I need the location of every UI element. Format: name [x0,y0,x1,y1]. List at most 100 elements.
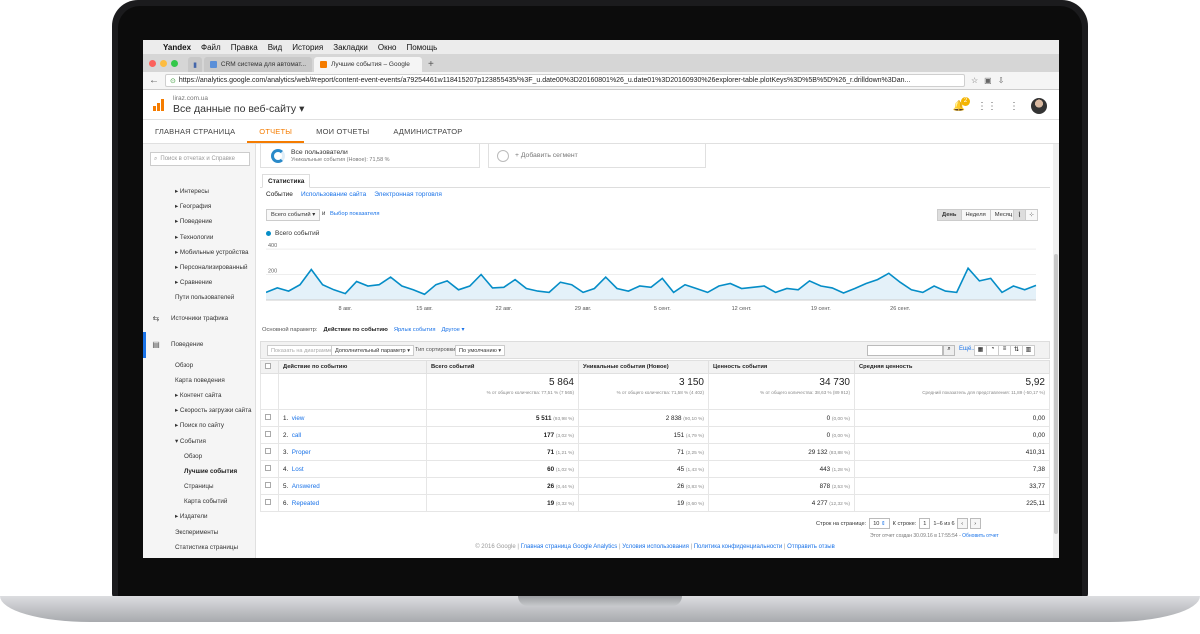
select-all-checkbox[interactable] [265,363,271,369]
new-tab-icon[interactable]: + [428,59,434,70]
sidebar-item[interactable]: ▤ Поведение [143,331,255,358]
other-dimension-link[interactable]: Другое ▾ [441,327,464,333]
period-day-button[interactable]: День [937,209,962,221]
add-segment-button[interactable]: + Добавить сегмент [488,144,706,168]
sidebar-item[interactable]: ▸ Персонализированный [143,260,255,275]
subtab-ecommerce[interactable]: Электронная торговля [374,191,442,198]
footer-link-ga-home[interactable]: Главная страница Google Analytics [521,544,618,550]
sidebar-item[interactable]: ▸ Поиск по сайту [143,418,255,433]
avatar[interactable] [1031,98,1047,114]
refresh-report-link[interactable]: Обновить отчет [962,533,999,539]
sidebar-item[interactable]: ▸ Сравнение [143,275,255,290]
subtab-site-usage[interactable]: Использование сайта [301,191,366,198]
sidebar-item[interactable]: ▸ Поведение [143,214,255,229]
row-checkbox[interactable] [265,414,271,420]
more-menu-icon[interactable]: ⋮ [1009,101,1019,112]
account-domain[interactable]: liraz.com.ua [173,95,208,102]
event-action-link[interactable]: call [292,432,301,439]
sidebar-item[interactable]: Статистика страницы [143,540,255,555]
pick-metric-link[interactable]: Выбор показателя [330,211,380,217]
sidebar-item[interactable]: ▸ Интересы [143,184,255,199]
menu-app[interactable]: Yandex [163,43,191,52]
sidebar-item[interactable]: Обзор [143,449,255,464]
menu-history[interactable]: История [292,43,323,52]
back-arrow-icon[interactable]: ← [149,75,159,86]
scrollbar-thumb[interactable] [1054,254,1058,534]
row-checkbox[interactable] [265,448,271,454]
primary-dimension-value[interactable]: Действие по событию [324,327,388,333]
sidebar-item[interactable]: ▸ География [143,199,255,214]
sidebar-item[interactable]: Обзор [143,358,255,373]
sidebar-item[interactable]: ▸ Скорость загрузки сайта [143,403,255,418]
footer-link-terms[interactable]: Условия использования [622,544,689,550]
sidebar-item[interactable]: ▾ События [143,433,255,448]
period-week-button[interactable]: Неделя [960,209,991,221]
view-selector[interactable]: Все данные по веб-сайту ▾ [173,103,304,115]
apps-grid-icon[interactable]: ⋮⋮ [977,101,997,112]
maximize-window-button[interactable] [171,60,178,67]
sort-type-select[interactable]: По умолчанию ▾ [455,345,506,356]
event-action-link[interactable]: view [292,415,305,422]
sidebar-item[interactable]: ▸ Контент сайта [143,388,255,403]
subtab-event[interactable]: Событие [266,191,293,198]
sidebar-item[interactable]: ▸ Технологии [143,230,255,245]
goto-row-input[interactable]: 1 [919,518,931,529]
minimize-window-button[interactable] [160,60,167,67]
sidebar-item[interactable]: Страницы [143,479,255,494]
sidebar-search-input[interactable]: ⌕ Поиск в отчетах и Справке [150,152,250,166]
motion-chart-icon[interactable]: ⁘ [1025,209,1038,221]
col-event-value[interactable]: Ценность события [708,360,855,374]
sidebar-item[interactable]: Пути пользователей [143,290,255,305]
event-action-link[interactable]: Repeated [292,500,319,507]
col-unique-events[interactable]: Уникальные события (Новое) [578,360,709,374]
event-action-link[interactable]: Answered [292,483,320,490]
analytics-logo-icon[interactable] [153,99,165,111]
sidebar-item[interactable]: Карта событий [143,494,255,509]
bookmark-star-icon[interactable]: ☆ [971,76,978,85]
menu-bookmarks[interactable]: Закладки [333,43,368,52]
tab-my-reports[interactable]: МОИ ОТЧЕТЫ [304,120,381,143]
col-avg-value[interactable]: Средняя ценность [854,360,1050,374]
extension-icon[interactable]: ▣ [984,76,992,85]
close-window-button[interactable] [149,60,156,67]
sidebar-item[interactable]: Эксперименты [143,525,255,540]
event-action-link[interactable]: Proper [292,449,311,456]
tab-admin[interactable]: АДМИНИСТРАТОР [381,120,474,143]
menu-view[interactable]: Вид [268,43,282,52]
row-checkbox[interactable] [265,499,271,505]
event-action-link[interactable]: Lost [292,466,304,473]
tab-home[interactable]: ГЛАВНАЯ СТРАНИЦА [143,120,247,143]
notifications-bell-icon[interactable]: 🔔 2 [953,96,970,112]
row-checkbox[interactable] [265,431,271,437]
prev-page-icon[interactable]: ‹ [956,518,968,529]
menu-help[interactable]: Помощь [406,43,437,52]
rows-per-page-select[interactable]: 10 ⇕ [869,518,890,529]
pinned-tab[interactable]: ▮ [188,57,202,72]
menu-file[interactable]: Файл [201,43,221,52]
pivot-view-icon[interactable]: ▥ [1022,345,1035,356]
next-page-icon[interactable]: › [969,518,981,529]
menu-window[interactable]: Окно [378,43,397,52]
footer-link-privacy[interactable]: Политика конфиденциальности [694,544,783,550]
secondary-dimension-select[interactable]: Дополнительный параметр ▾ [331,345,415,356]
sidebar-item[interactable]: Карта поведения [143,373,255,388]
sidebar-item[interactable]: ⇆ Источники трафика [143,306,255,332]
sidebar-item[interactable]: ▸ Издатели [143,509,255,524]
url-field[interactable]: ⊙ https://analytics.google.com/analytics… [165,74,965,87]
plot-rows-button[interactable]: Показать на диаграмме [267,345,337,356]
col-event-action[interactable]: Действие по событию [278,360,427,374]
sidebar-item[interactable]: ▸ Мобильные устройства [143,245,255,260]
sidebar-item[interactable]: Лучшие события [143,464,255,479]
footer-link-feedback[interactable]: Отправить отзыв [787,544,835,550]
search-icon[interactable]: ⌕ [943,345,955,356]
page-scrollbar[interactable] [1053,144,1059,558]
tab-reports[interactable]: ОТЧЕТЫ [247,120,305,143]
download-icon[interactable]: ⇩ [998,76,1005,85]
metric-select[interactable]: Всего событий ▾ [266,209,321,221]
row-checkbox[interactable] [265,482,271,488]
event-label-link[interactable]: Ярлык события [394,327,436,333]
segment-all-users[interactable]: Все пользователи Уникальные события (Нов… [260,144,480,168]
browser-tab-crm[interactable]: CRM система для автомат... [204,57,312,72]
col-total-events[interactable]: Всего событий [426,360,579,374]
row-checkbox[interactable] [265,465,271,471]
